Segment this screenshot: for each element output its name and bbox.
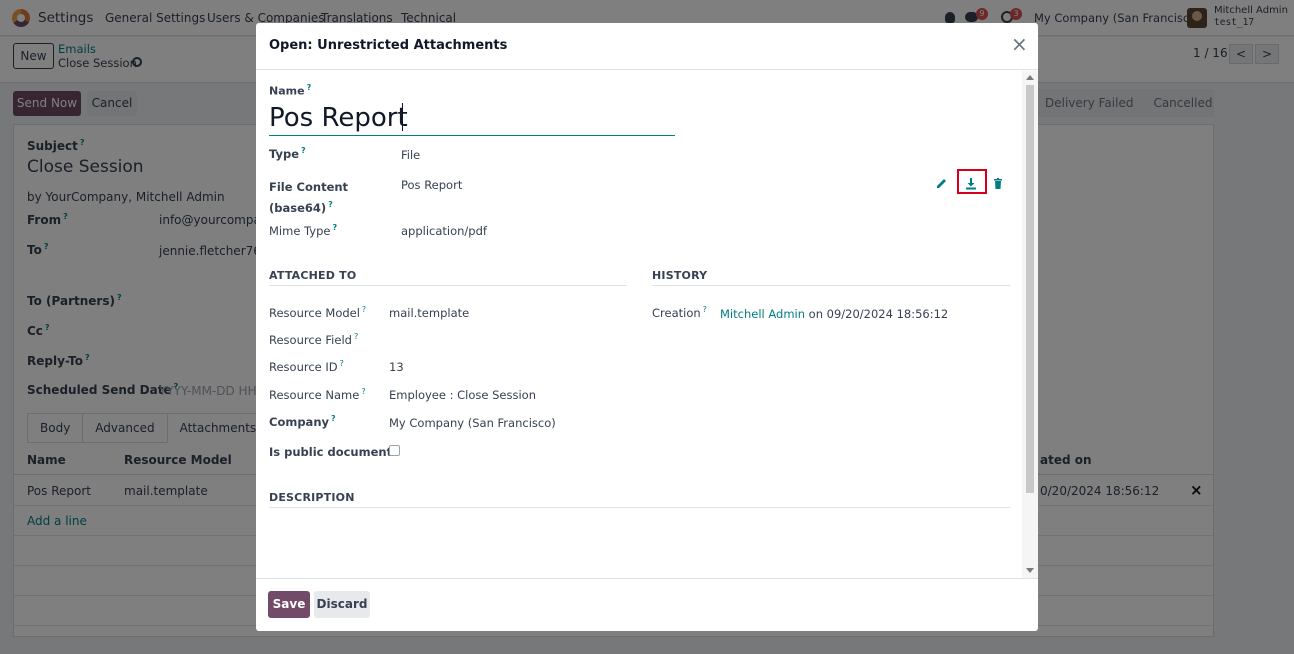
section-divider bbox=[269, 507, 1010, 508]
creation-user-link[interactable]: Mitchell Admin bbox=[720, 307, 805, 321]
scroll-down-arrow-icon[interactable] bbox=[1026, 568, 1034, 573]
mime-type-value[interactable]: application/pdf bbox=[401, 224, 487, 238]
type-value[interactable]: File bbox=[401, 148, 420, 162]
history-title: HISTORY bbox=[652, 269, 708, 282]
resource-model-label: Resource Model? bbox=[269, 305, 367, 320]
creation-label: Creation? bbox=[652, 305, 707, 320]
name-label: Name? bbox=[269, 83, 312, 98]
resource-name-value[interactable]: Employee : Close Session bbox=[389, 388, 536, 402]
file-content-label: File Content (base64)? bbox=[269, 180, 349, 215]
text-caret bbox=[402, 103, 403, 131]
dialog-scrollbar[interactable] bbox=[1022, 71, 1038, 578]
dialog-header: Open: Unrestricted Attachments × bbox=[256, 23, 1038, 70]
scroll-up-arrow-icon[interactable] bbox=[1026, 75, 1034, 80]
description-title: DESCRIPTION bbox=[269, 491, 355, 504]
resource-name-label: Resource Name? bbox=[269, 387, 366, 402]
scrollbar-thumb[interactable] bbox=[1026, 85, 1034, 493]
section-divider bbox=[652, 285, 1010, 286]
attachment-dialog: Open: Unrestricted Attachments × Name? T… bbox=[256, 23, 1038, 631]
dialog-body: Name? Type? File File Content(base64)? P… bbox=[256, 71, 1038, 578]
public-document-label: Is public document? bbox=[269, 444, 399, 459]
resource-id-value[interactable]: 13 bbox=[389, 360, 404, 374]
resource-id-label: Resource ID? bbox=[269, 359, 344, 374]
mime-type-label: Mime Type? bbox=[269, 223, 338, 238]
company-label: Company? bbox=[269, 414, 336, 429]
attached-to-title: ATTACHED TO bbox=[269, 269, 357, 282]
name-input[interactable] bbox=[269, 101, 675, 136]
company-value[interactable]: My Company (San Francisco) bbox=[389, 416, 556, 430]
dialog-footer: Save Discard bbox=[256, 578, 1038, 631]
creation-value: Mitchell Admin on 09/20/2024 18:56:12 bbox=[720, 307, 948, 321]
save-button[interactable]: Save bbox=[268, 591, 310, 618]
public-document-checkbox[interactable] bbox=[389, 445, 400, 456]
edit-pencil-icon[interactable] bbox=[933, 175, 951, 193]
dialog-title: Open: Unrestricted Attachments bbox=[269, 38, 508, 53]
resource-model-value[interactable]: mail.template bbox=[389, 306, 469, 320]
trash-icon[interactable] bbox=[989, 175, 1007, 193]
discard-button[interactable]: Discard bbox=[314, 591, 370, 618]
file-content-value: Pos Report bbox=[401, 178, 463, 192]
download-highlight-box bbox=[957, 169, 987, 194]
type-label: Type? bbox=[269, 146, 306, 161]
section-divider bbox=[269, 285, 627, 286]
resource-field-label: Resource Field? bbox=[269, 332, 359, 347]
creation-date: on 09/20/2024 18:56:12 bbox=[808, 307, 949, 321]
close-icon[interactable]: × bbox=[1011, 34, 1028, 54]
